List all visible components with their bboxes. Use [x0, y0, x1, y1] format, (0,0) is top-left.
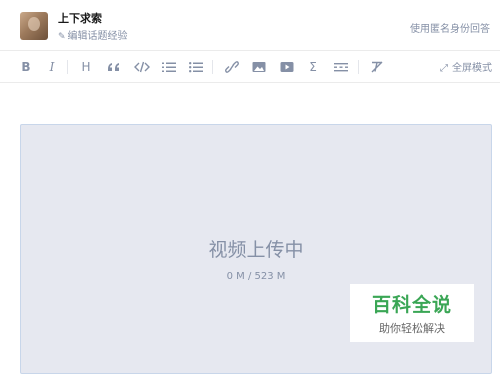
watermark-subtitle: 助你轻松解决 [379, 322, 445, 335]
toolbar-divider [212, 60, 213, 74]
fullscreen-label: 全屏模式 [452, 63, 492, 74]
bold-button[interactable]: B [20, 59, 32, 75]
link-icon [225, 61, 239, 73]
toolbar-divider [358, 60, 359, 74]
watermark-logo: 百科全说 助你轻松解决 [350, 284, 474, 342]
toolbar-divider [67, 60, 68, 74]
formula-button[interactable]: Σ [307, 59, 319, 75]
horizontal-rule-icon [334, 63, 348, 72]
divider-button[interactable] [334, 59, 348, 75]
ordered-list-button[interactable] [162, 59, 176, 75]
video-icon [280, 62, 294, 72]
pencil-icon: ✎ [58, 32, 66, 42]
video-button[interactable] [280, 59, 294, 75]
image-icon [252, 62, 266, 72]
upload-status-title: 视频上传中 [208, 239, 304, 261]
upload-progress-text: 0 M / 523 M [226, 271, 286, 282]
code-block-button[interactable] [134, 59, 150, 75]
code-icon [134, 61, 150, 73]
quote-button[interactable] [107, 59, 121, 75]
watermark-title: 百科全说 [371, 294, 452, 316]
clear-format-icon [371, 61, 383, 73]
user-avatar[interactable] [20, 12, 48, 40]
ordered-list-icon [162, 62, 176, 72]
unordered-list-button[interactable] [189, 59, 203, 75]
link-button[interactable] [225, 59, 239, 75]
expand-icon: ⤢ [440, 63, 448, 74]
anonymous-answer-link[interactable]: 使用匿名身份回答 [410, 20, 490, 35]
italic-button[interactable]: I [46, 59, 58, 75]
fullscreen-button[interactable]: ⤢ 全屏模式 [440, 59, 492, 74]
image-button[interactable] [252, 59, 266, 75]
quote-icon [108, 63, 119, 71]
clear-format-button[interactable] [370, 59, 384, 75]
unordered-list-icon [189, 62, 203, 73]
edit-experience-label: 编辑话题经验 [67, 31, 128, 42]
edit-experience-link[interactable]: ✎ 编辑话题经验 [58, 27, 128, 42]
heading-button[interactable]: H [80, 59, 92, 75]
user-name: 上下求索 [58, 12, 102, 25]
editor-toolbar: B I H Σ ⤢ 全屏模式 [0, 50, 500, 83]
editor-header: 上下求索 ✎ 编辑话题经验 使用匿名身份回答 [0, 0, 500, 50]
